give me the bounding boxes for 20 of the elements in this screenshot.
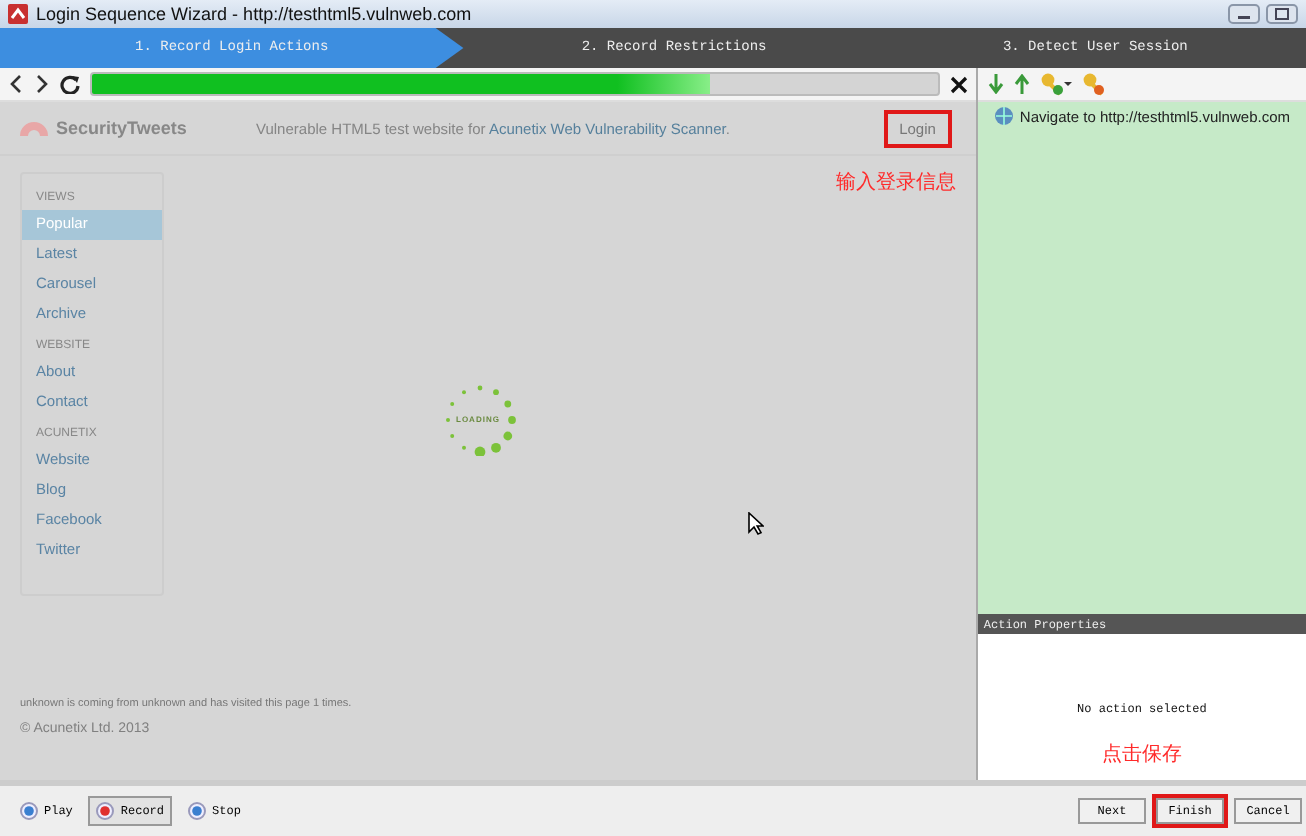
radio-dot-icon [188,802,207,820]
radio-dot-icon [20,802,38,820]
annotation-text: 输入登录信息 [835,169,956,196]
move-up-icon[interactable] [1013,74,1030,94]
site-brand: SecurityTweets [56,118,189,138]
refresh-icon[interactable] [60,74,80,94]
move-down-icon[interactable] [987,74,1004,94]
restore-icon[interactable] [1266,4,1298,24]
globe-icon [993,106,1014,126]
window-title: Login Sequence Wizard - http://testhtml5.vulnweb.com [36,4,474,24]
app-icon [8,4,28,24]
spinner-dots-icon [444,384,516,456]
annotation-text: 点击保存 [1101,741,1182,768]
forward-icon[interactable] [34,74,50,94]
close-icon[interactable] [949,75,968,93]
minimize-icon[interactable] [1228,4,1260,24]
radio-dot-icon [96,802,115,820]
back-icon[interactable] [8,74,24,94]
logo-icon [20,121,48,135]
mouse-cursor-icon [748,512,764,536]
